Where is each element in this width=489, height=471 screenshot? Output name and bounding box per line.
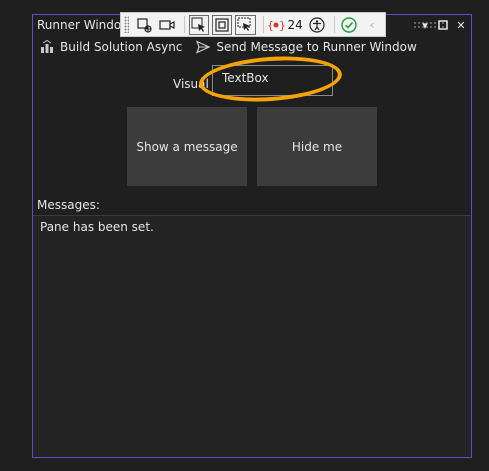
display-layout-adorners-icon[interactable] (211, 14, 233, 35)
maximize-icon[interactable] (437, 17, 449, 33)
hot-reload-check-icon[interactable] (339, 15, 359, 35)
build-solution-async-button[interactable]: Build Solution Async (40, 40, 182, 54)
hide-me-button[interactable]: Hide me (257, 107, 377, 186)
close-icon[interactable]: ✕ (455, 17, 467, 33)
svg-text:{: { (267, 19, 274, 32)
live-visual-tree-toolbar: {} 24 ‹ (120, 12, 386, 37)
send-icon (196, 40, 211, 54)
messages-label: Messages: (37, 198, 100, 212)
send-message-label: Send Message to Runner Window (216, 40, 417, 54)
build-solution-async-label: Build Solution Async (60, 40, 183, 54)
binding-failures-icon: {} (267, 19, 285, 32)
select-element-icon[interactable] (188, 14, 209, 35)
runner-toolbar: Build Solution Async Send Message to Run… (40, 40, 417, 54)
camera-icon[interactable] (157, 15, 177, 35)
toolbar-grip[interactable] (124, 16, 130, 33)
binding-failure-count: 24 (287, 17, 303, 32)
window-title: Runner Window (37, 18, 132, 32)
dropdown-icon[interactable]: ▾ (419, 17, 431, 33)
message-item: Pane has been set. (40, 220, 154, 234)
accessibility-icon[interactable] (307, 15, 327, 35)
svg-text:}: } (279, 19, 285, 32)
toolbar-separator (262, 16, 264, 33)
messages-list[interactable] (33, 215, 471, 457)
toolbar-separator (183, 16, 185, 33)
collapse-toolbar-icon[interactable]: ‹ (362, 15, 382, 35)
toolbar-separator (333, 16, 335, 33)
live-visual-tree-icon[interactable] (133, 15, 153, 35)
track-focused-element-icon[interactable] (235, 14, 256, 35)
build-icon (41, 40, 53, 53)
title-bar-buttons: ▾ ✕ (419, 17, 467, 33)
show-message-button[interactable]: Show a message (127, 107, 247, 186)
binding-failures[interactable]: {} 24 (267, 18, 302, 32)
send-message-button[interactable]: Send Message to Runner Window (196, 40, 417, 54)
